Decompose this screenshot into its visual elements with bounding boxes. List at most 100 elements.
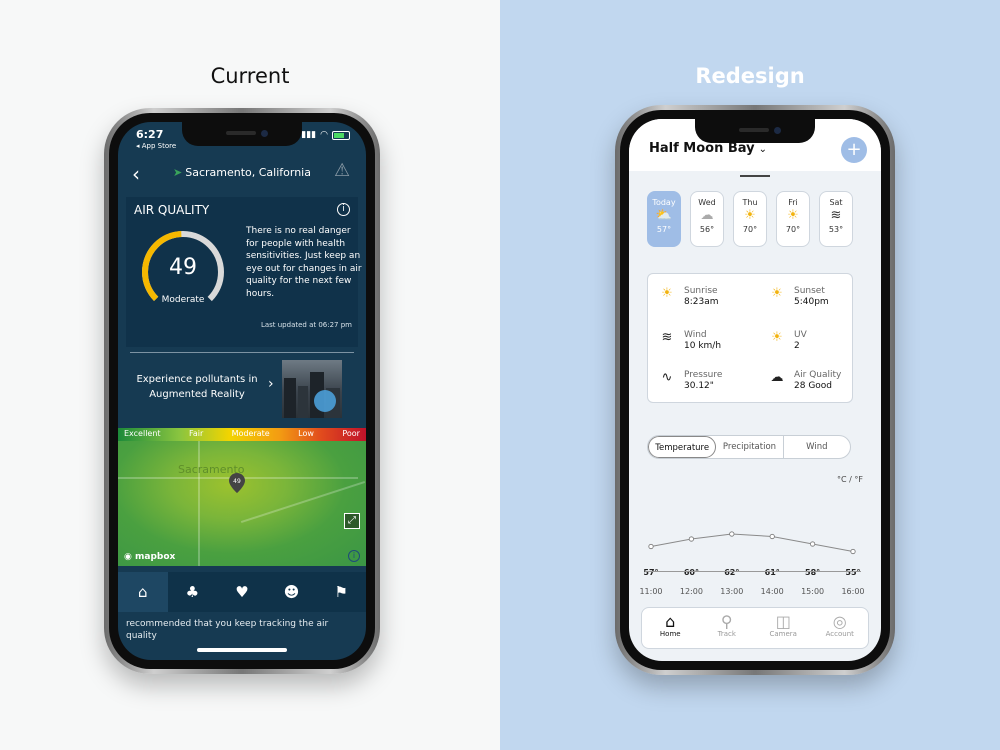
ar-thumbnail	[282, 360, 342, 418]
temperature-point	[648, 543, 654, 550]
runner-icon: ⚑	[334, 583, 348, 601]
units-toggle[interactable]: °C / °F	[837, 475, 863, 484]
sunrise-icon: ☀	[661, 286, 673, 301]
temperature-label: 62°	[724, 568, 739, 577]
day-card-sat[interactable]: Sat ≋ 53°	[819, 191, 853, 247]
aqi-value: 49	[169, 255, 197, 280]
temperature-label: 57°	[643, 568, 658, 577]
aqi-category: Moderate	[161, 295, 205, 305]
drag-handle[interactable]	[740, 175, 770, 177]
legend-low: Low	[298, 429, 314, 438]
day-card-fri[interactable]: Fri ☀ 70°	[776, 191, 810, 247]
hour-label: 16:00	[841, 587, 864, 596]
sunset-icon: ☀	[771, 286, 783, 301]
temperature-point	[688, 536, 695, 542]
tab-camera[interactable]: ◫ Camera	[755, 608, 812, 648]
air-quality-title: AIR QUALITY	[134, 203, 210, 217]
status-time: 6:27 ◂ App Store	[136, 128, 177, 150]
aqi-description: There is no real danger for people with …	[246, 226, 362, 299]
temperature-label: 61°	[765, 568, 780, 577]
user-icon: ◎	[832, 612, 847, 631]
redesign-heading: Redesign	[695, 64, 805, 88]
current-phone: 6:27 ◂ App Store ▮▮▮ ◠ ‹ ➤ Sacramento, Cal…	[104, 108, 380, 674]
tab-people[interactable]: ☻	[267, 572, 317, 612]
add-location-button[interactable]: +	[841, 137, 867, 163]
leaf-cloud-icon: ☁	[770, 370, 784, 385]
status-icons: ▮▮▮ ◠	[301, 130, 350, 140]
tree-icon: ♣	[185, 583, 200, 601]
last-updated: Last updated at 06:27 pm	[260, 321, 352, 329]
hour-label: 12:00	[680, 587, 703, 596]
wifi-icon: ◠	[320, 130, 328, 140]
tab-outdoor[interactable]: ♣	[168, 572, 218, 612]
battery-icon	[332, 130, 350, 140]
day-card-thu[interactable]: Thu ☀ 70°	[733, 191, 767, 247]
segment-precipitation[interactable]: Precipitation	[716, 436, 784, 458]
day-card-today[interactable]: Today ⛅ 57°	[647, 191, 681, 247]
city-selector[interactable]: Half Moon Bay ⌄	[649, 141, 767, 156]
bottom-tab-bar: ⌂ Home ⚲ Track ◫ Camera ◎ Account	[641, 607, 869, 649]
chart-axis	[645, 571, 861, 572]
location-title: ➤ Sacramento, California	[173, 166, 311, 179]
pulse-icon: ∿	[661, 370, 673, 385]
temperature-point	[769, 533, 775, 540]
tab-bar: ⌂ ♣ ♥ ☻ ⚑	[118, 572, 366, 612]
temperature-point	[729, 531, 735, 537]
metric-segmented-control: Temperature Precipitation Wind	[647, 435, 851, 459]
signal-icon: ▮▮▮	[301, 130, 317, 140]
cloud-icon: ☁	[700, 208, 714, 223]
legend-excellent: Excellent	[124, 429, 161, 438]
divider	[130, 352, 354, 353]
tab-track[interactable]: ⚲ Track	[699, 608, 756, 648]
legend-fair: Fair	[188, 429, 204, 438]
svg-text:49: 49	[233, 478, 241, 485]
chevron-down-icon: ⌄	[758, 144, 768, 155]
aqi-map[interactable]: Excellent Fair Moderate Low Poor Sacrame…	[118, 428, 366, 566]
tab-health[interactable]: ♥	[217, 572, 267, 612]
expand-icon[interactable]: ⤢	[344, 513, 360, 529]
wind-icon: ≋	[830, 208, 842, 223]
day-forecast: Today ⛅ 57° Wed ☁ 56° Thu ☀ 70° Fri ☀ 70° Sat ≋ 53…	[647, 191, 853, 247]
redesign-phone: Half Moon Bay ⌄ + Today ⛅ 57° Wed ☁ 56° Thu ☀ 7…	[615, 105, 895, 675]
ar-row[interactable]: Experience pollutants in Augmented Reali…	[118, 360, 366, 422]
air-quality-card: AIR QUALITY i 49 Moderate There is no re…	[126, 197, 362, 347]
ar-text: Experience pollutants in Augmented Reali…	[136, 374, 258, 400]
temperature-label: 55°	[845, 568, 860, 577]
temperature-label: 58°	[805, 568, 820, 577]
info-icon[interactable]: i	[337, 203, 350, 216]
map-pin-icon[interactable]: 49	[229, 473, 245, 493]
sun-icon: ☀	[744, 208, 756, 223]
tab-account[interactable]: ◎ Account	[812, 608, 869, 648]
hour-label: 14:00	[761, 587, 784, 596]
home-indicator	[197, 648, 287, 652]
tail-text: recommended that you keep tracking the a…	[126, 619, 329, 641]
legend-moderate: Moderate	[231, 429, 270, 438]
temperature-chart: 57° 11:00 60° 12:00 62° 13:00 61° 14:00 58° 15:00…	[639, 531, 865, 596]
map-info-icon[interactable]: i	[348, 550, 360, 562]
temperature-line	[650, 533, 854, 552]
details-card: ☀ Sunrise 8:23am ☀ Sunset 5:40pm ≋ Wind 10 km/…	[647, 273, 853, 403]
temperature-point	[810, 541, 816, 547]
camera-icon: ◫	[775, 612, 791, 631]
plus-icon: +	[846, 139, 862, 160]
heart-icon: ♥	[235, 583, 249, 601]
warning-icon[interactable]: ⚠	[334, 160, 356, 181]
chevron-right-icon: ›	[268, 376, 274, 392]
tab-home[interactable]: ⌂	[118, 572, 168, 612]
hour-label: 11:00	[639, 587, 662, 596]
tab-home[interactable]: ⌂ Home	[642, 608, 699, 648]
segment-temperature[interactable]: Temperature	[648, 436, 717, 458]
location-arrow-icon: ➤	[173, 166, 183, 179]
hour-label: 13:00	[720, 587, 743, 596]
temperature-label: 60°	[684, 568, 699, 577]
home-icon: ⌂	[665, 612, 676, 631]
home-icon: ⌂	[138, 583, 148, 601]
mapbox-logo: ◉ mapbox	[124, 552, 176, 562]
tab-activity[interactable]: ⚑	[316, 572, 366, 612]
wind-icon: ≋	[661, 330, 673, 345]
temperature-point	[850, 548, 856, 555]
segment-wind[interactable]: Wind	[784, 436, 850, 458]
day-card-wed[interactable]: Wed ☁ 56°	[690, 191, 724, 247]
people-icon: ☻	[283, 583, 300, 601]
hour-label: 15:00	[801, 587, 824, 596]
